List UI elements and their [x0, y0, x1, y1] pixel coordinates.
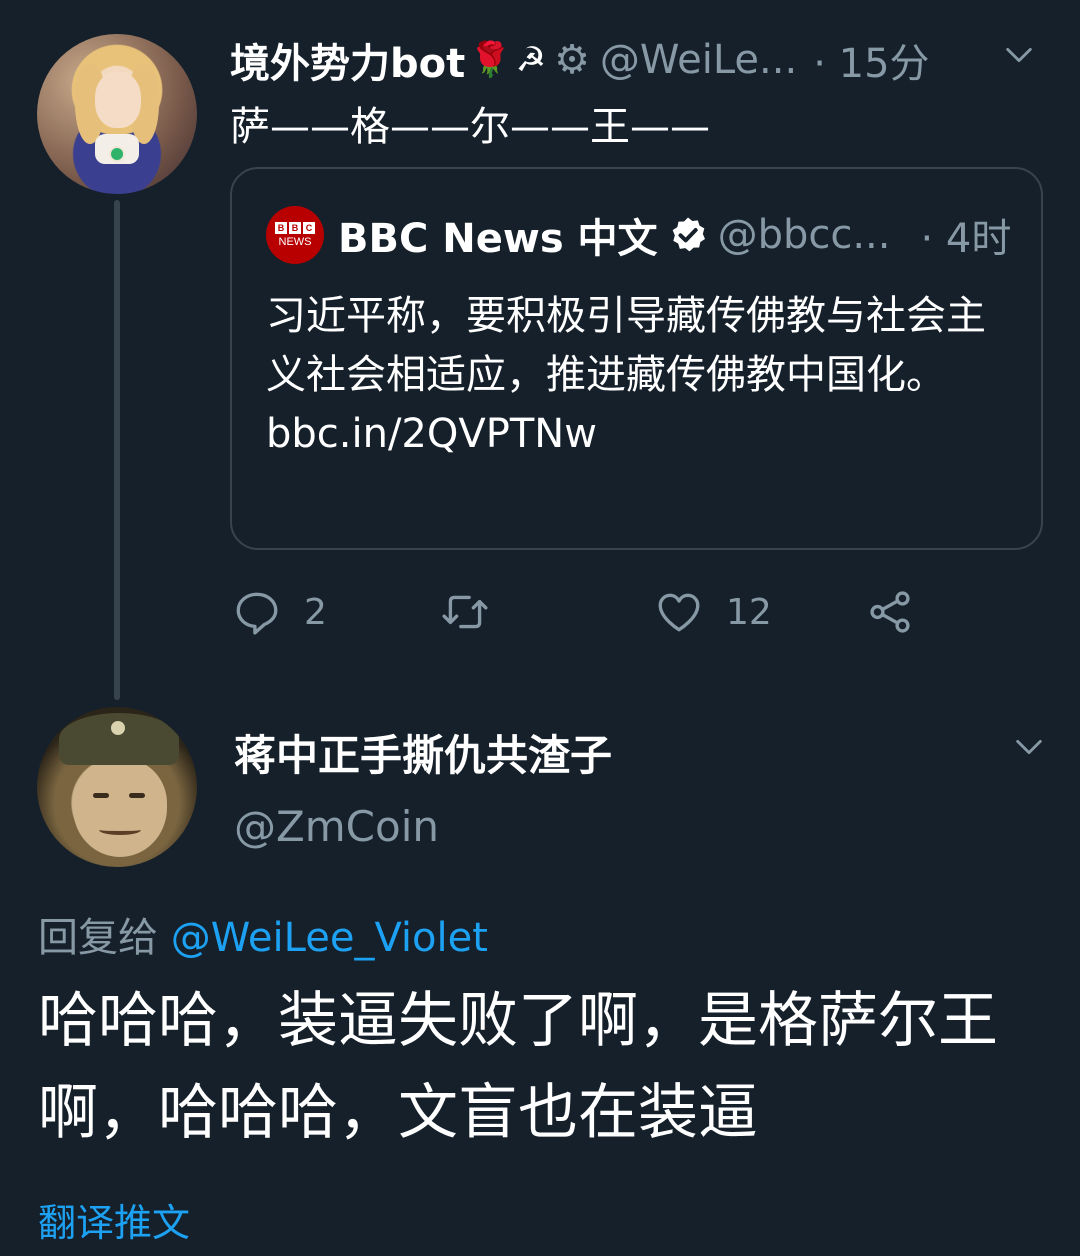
retweet-icon [442, 595, 488, 629]
reply-count: 2 [304, 591, 327, 633]
avatar-reply[interactable] [37, 707, 197, 867]
share-button[interactable] [865, 585, 915, 639]
replying-to: 回复给 @WeiLee_Violet [38, 905, 488, 963]
like-icon [658, 593, 700, 632]
reply-button[interactable]: 2 [232, 585, 327, 639]
share-icon [870, 591, 910, 633]
quoted-handle: @bbcc... [717, 212, 891, 258]
hammer-sickle-emoji-icon: ☭ [515, 40, 547, 80]
translate-tweet-link[interactable]: 翻译推文 [38, 1192, 190, 1247]
reply-icon [236, 592, 278, 635]
reply-display-name[interactable]: 蒋中正手撕仇共渣子 [234, 722, 612, 783]
reply-tweet-text: 哈哈哈，装逼失败了啊，是格萨尔王啊，哈哈哈，文盲也在装逼 [38, 986, 998, 1148]
bbc-logo-letter: C [303, 222, 315, 234]
bbc-logo-news: NEWS [278, 236, 312, 248]
quoted-tweet-card[interactable]: B B C NEWS BBC News 中文 @bbcc... · 4时 习近平… [230, 167, 1043, 550]
replying-to-mention[interactable]: @WeiLee_Violet [171, 915, 488, 961]
chevron-down-icon[interactable] [1002, 38, 1032, 68]
avatar-parent[interactable] [37, 34, 197, 194]
retweet-button[interactable] [440, 585, 512, 639]
reply-handle[interactable]: @ZmCoin [234, 802, 439, 851]
like-count: 12 [726, 591, 772, 633]
parent-tweet-header: 境外势力bot 🌹 ☭ ⚙ @WeiLe... · 15分 [230, 30, 930, 90]
parent-tweet-text: 萨——格——尔——王—— [230, 104, 710, 150]
quoted-tweet-body: 习近平称，要积极引导藏传佛教与社会主义社会相适应，推进藏传佛教中国化。 bbc.… [266, 287, 1006, 464]
gear-icon: ⚙ [554, 37, 590, 83]
quoted-timestamp: · 4时 [920, 216, 1012, 262]
bbc-logo-letter: B [275, 222, 287, 234]
like-button[interactable]: 12 [654, 585, 772, 639]
parent-display-name[interactable]: 境外势力bot [230, 31, 465, 89]
tweet-action-bar: 2 12 [0, 585, 1080, 645]
parent-timestamp[interactable]: · 15分 [813, 31, 929, 89]
quoted-display-name: BBC News 中文 [338, 216, 658, 262]
bbc-logo-letter: B [289, 222, 301, 234]
chevron-down-icon[interactable] [1012, 730, 1042, 760]
tweet-thread: 境外势力bot 🌹 ☭ ⚙ @WeiLe... · 15分 萨——格——尔——王… [0, 0, 1080, 1256]
verified-badge-icon [672, 217, 705, 252]
parent-handle[interactable]: @WeiLe... [600, 37, 797, 83]
replying-to-label: 回复给 [38, 915, 158, 961]
quoted-tweet-header: B B C NEWS BBC News 中文 @bbcc... · 4时 [266, 206, 1012, 264]
quoted-tweet-link[interactable]: bbc.in/2QVPTNw [266, 405, 1006, 464]
bbc-logo-icon: B B C NEWS [266, 206, 324, 264]
quoted-tweet-text: 习近平称，要积极引导藏传佛教与社会主义社会相适应，推进藏传佛教中国化。 [266, 293, 986, 398]
rose-emoji-icon: 🌹 [469, 40, 512, 80]
